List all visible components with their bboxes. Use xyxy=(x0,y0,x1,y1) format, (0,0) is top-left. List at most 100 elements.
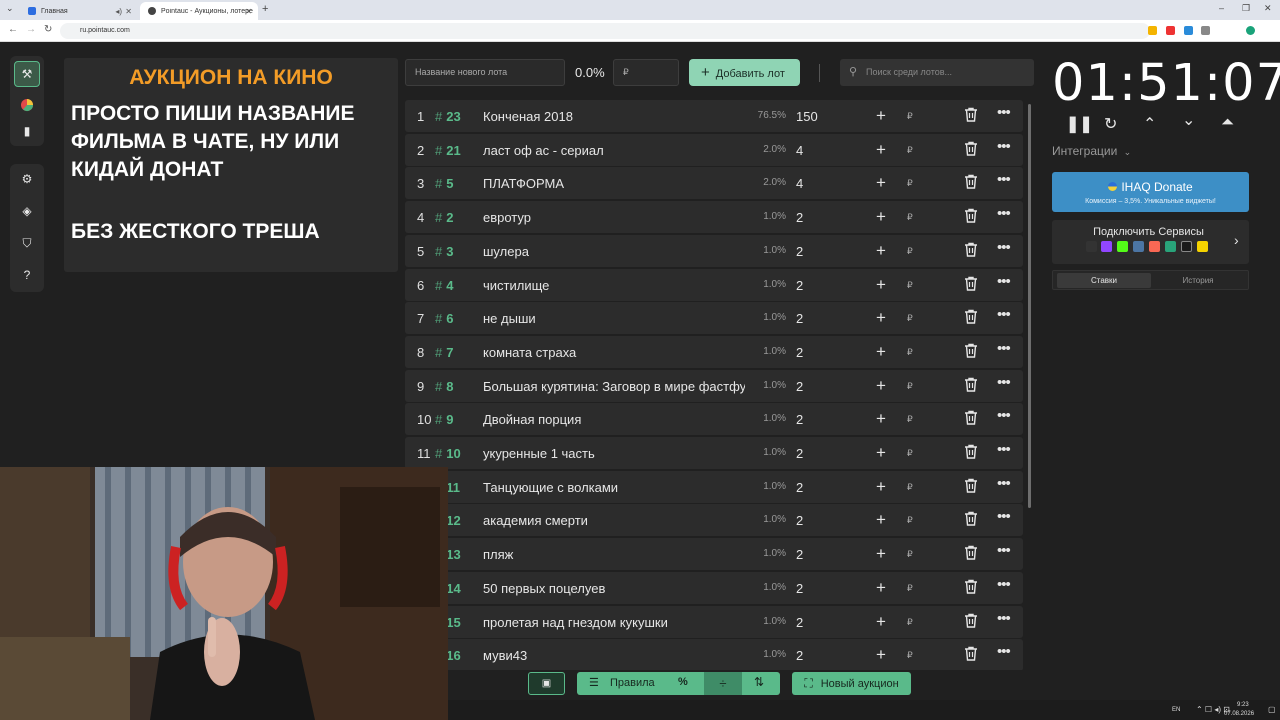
lot-name[interactable]: муви43 xyxy=(483,648,745,663)
delete-lot-icon[interactable] xyxy=(964,410,980,427)
lot-row[interactable]: 2 #21 ласт оф ас - сериал 2.0% 4 + ₽ ••• xyxy=(405,133,1023,166)
amount-currency-input[interactable]: ₽ xyxy=(907,549,913,560)
lot-amount[interactable]: 2 xyxy=(796,311,803,326)
amount-currency-input[interactable]: ₽ xyxy=(907,617,913,628)
add-amount-icon[interactable]: + xyxy=(876,106,886,126)
amount-currency-input[interactable]: ₽ xyxy=(907,212,913,223)
lot-row[interactable]: 14#13 пляж1.0%2+₽••• xyxy=(405,538,1023,571)
add-amount-icon[interactable]: + xyxy=(876,241,886,261)
lot-name[interactable]: укуренные 1 часть xyxy=(483,446,745,461)
extension-icon[interactable] xyxy=(1148,26,1157,35)
amount-currency-input[interactable]: ₽ xyxy=(907,515,913,526)
more-options-icon[interactable]: ••• xyxy=(997,542,1011,559)
lot-row[interactable]: 3 #5 ПЛАТФОРМА 2.0% 4 + ₽ ••• xyxy=(405,167,1023,200)
add-amount-icon[interactable]: + xyxy=(876,342,886,362)
extensions-puzzle-icon[interactable] xyxy=(1201,26,1210,35)
tab-history[interactable]: История xyxy=(1151,273,1245,288)
lot-name[interactable]: Большая курятина: Заговор в мире фастфуд… xyxy=(483,379,745,394)
lot-row[interactable]: 16#15пролетая над гнездом кукушки1.0%2+₽… xyxy=(405,605,1023,638)
lot-amount[interactable]: 2 xyxy=(796,648,803,663)
amount-currency-input[interactable]: ₽ xyxy=(907,414,913,425)
lot-name[interactable]: пролетая над гнездом кукушки xyxy=(483,615,745,630)
add-amount-icon[interactable]: + xyxy=(876,207,886,227)
add-amount-icon[interactable]: + xyxy=(876,645,886,665)
add-amount-icon[interactable]: + xyxy=(876,510,886,530)
rules-button[interactable]: Правила xyxy=(610,677,655,689)
add-amount-icon[interactable]: + xyxy=(876,140,886,160)
lot-name[interactable]: не дыши xyxy=(483,311,745,326)
amount-currency-input[interactable]: ₽ xyxy=(907,381,913,392)
lot-name[interactable]: Танцующие с волками xyxy=(483,480,745,495)
delete-lot-icon[interactable] xyxy=(964,309,980,326)
add-amount-icon[interactable]: + xyxy=(876,443,886,463)
lot-name[interactable]: 50 первых поцелуев xyxy=(483,581,745,596)
amount-currency-input[interactable]: ₽ xyxy=(907,650,913,661)
delete-lot-icon[interactable] xyxy=(964,242,980,259)
delete-lot-icon[interactable] xyxy=(964,276,980,293)
tab-bids[interactable]: Ставки xyxy=(1057,273,1151,288)
amount-currency-input[interactable]: ₽ xyxy=(907,111,913,122)
chevron-down-icon[interactable]: ⌄ xyxy=(1182,110,1195,130)
new-tab-icon[interactable]: + xyxy=(262,3,268,15)
lot-row[interactable]: 13#12академия смерти1.0%2+₽••• xyxy=(405,504,1023,537)
add-amount-icon[interactable]: + xyxy=(876,308,886,328)
lot-amount[interactable]: 2 xyxy=(796,345,803,360)
lot-amount[interactable]: 2 xyxy=(796,210,803,225)
lot-name[interactable]: чистилище xyxy=(483,278,745,293)
double-chevron-up-icon[interactable]: ⏶ xyxy=(1221,114,1234,132)
delete-lot-icon[interactable] xyxy=(964,208,980,225)
integrations-toggle[interactable]: Интеграции ⌄ xyxy=(1052,144,1131,158)
lot-row[interactable]: 7 #6 не дыши 1.0% 2 + ₽ ••• xyxy=(405,302,1023,335)
delete-lot-icon[interactable] xyxy=(964,579,980,596)
delete-lot-icon[interactable] xyxy=(964,478,980,495)
more-options-icon[interactable]: ••• xyxy=(997,576,1011,593)
more-options-icon[interactable]: ••• xyxy=(997,610,1011,627)
maximize-icon[interactable]: ❐ xyxy=(1242,3,1250,14)
amount-currency-input[interactable]: ₽ xyxy=(907,448,913,459)
lots-scrollbar[interactable] xyxy=(1028,104,1031,508)
statistics-icon[interactable]: ▮ xyxy=(18,122,36,140)
lot-name[interactable]: комната страха xyxy=(483,345,745,360)
close-window-icon[interactable]: ✕ xyxy=(1264,3,1272,14)
delete-lot-icon[interactable] xyxy=(964,141,980,158)
shield-icon[interactable]: ⛉ xyxy=(18,234,36,252)
settings-gear-icon[interactable]: ⚙ xyxy=(18,170,36,188)
lot-name[interactable]: Двойная порция xyxy=(483,412,745,427)
amount-currency-input[interactable]: ₽ xyxy=(907,246,913,257)
minimize-icon[interactable]: – xyxy=(1219,3,1224,13)
forward-icon[interactable]: → xyxy=(26,24,36,35)
delete-lot-icon[interactable] xyxy=(964,545,980,562)
lot-row[interactable]: 8 #7 комната страха 1.0% 2 + ₽ ••• xyxy=(405,335,1023,368)
lot-amount[interactable]: 2 xyxy=(796,615,803,630)
lot-amount[interactable]: 2 xyxy=(796,581,803,596)
more-options-icon[interactable]: ••• xyxy=(997,205,1011,222)
lot-name[interactable]: академия смерти xyxy=(483,513,745,528)
lot-name[interactable]: шулера xyxy=(483,244,745,259)
lot-row[interactable]: 4 #2 евротур 1.0% 2 + ₽ ••• xyxy=(405,201,1023,234)
amount-currency-input[interactable]: ₽ xyxy=(907,280,913,291)
lot-name[interactable]: пляж xyxy=(483,547,745,562)
delete-lot-icon[interactable] xyxy=(964,613,980,630)
address-bar[interactable]: ru.pointauc.com xyxy=(60,23,1150,39)
more-options-icon[interactable]: ••• xyxy=(997,643,1011,660)
lot-name[interactable]: евротур xyxy=(483,210,745,225)
reset-icon[interactable]: ↻ xyxy=(1104,114,1117,134)
delete-lot-icon[interactable] xyxy=(964,511,980,528)
lot-amount[interactable]: 2 xyxy=(796,379,803,394)
more-options-icon[interactable]: ••• xyxy=(997,306,1011,323)
lot-name[interactable]: ПЛАТФОРМА xyxy=(483,176,745,191)
lot-amount[interactable]: 4 xyxy=(796,176,803,191)
lot-amount[interactable]: 2 xyxy=(796,547,803,562)
new-auction-button[interactable]: ⛶ Новый аукцион xyxy=(792,672,911,695)
lot-amount[interactable]: 150 xyxy=(796,109,818,124)
amount-currency-input[interactable]: ₽ xyxy=(907,583,913,594)
profile-avatar-icon[interactable] xyxy=(1246,26,1255,35)
pause-icon[interactable]: ❚❚ xyxy=(1066,114,1093,134)
lot-row[interactable]: 12#11 Танцующие с волками1.0%2+₽••• xyxy=(405,470,1023,503)
percent-toggle[interactable]: % xyxy=(678,676,688,688)
more-options-icon[interactable]: ••• xyxy=(997,374,1011,391)
extension-icon[interactable] xyxy=(1184,26,1193,35)
sort-icon[interactable]: ⇅ xyxy=(754,675,764,689)
lot-row[interactable]: 10 #9 Двойная порция 1.0% 2 + ₽ ••• xyxy=(405,403,1023,436)
amount-currency-input[interactable]: ₽ xyxy=(907,313,913,324)
